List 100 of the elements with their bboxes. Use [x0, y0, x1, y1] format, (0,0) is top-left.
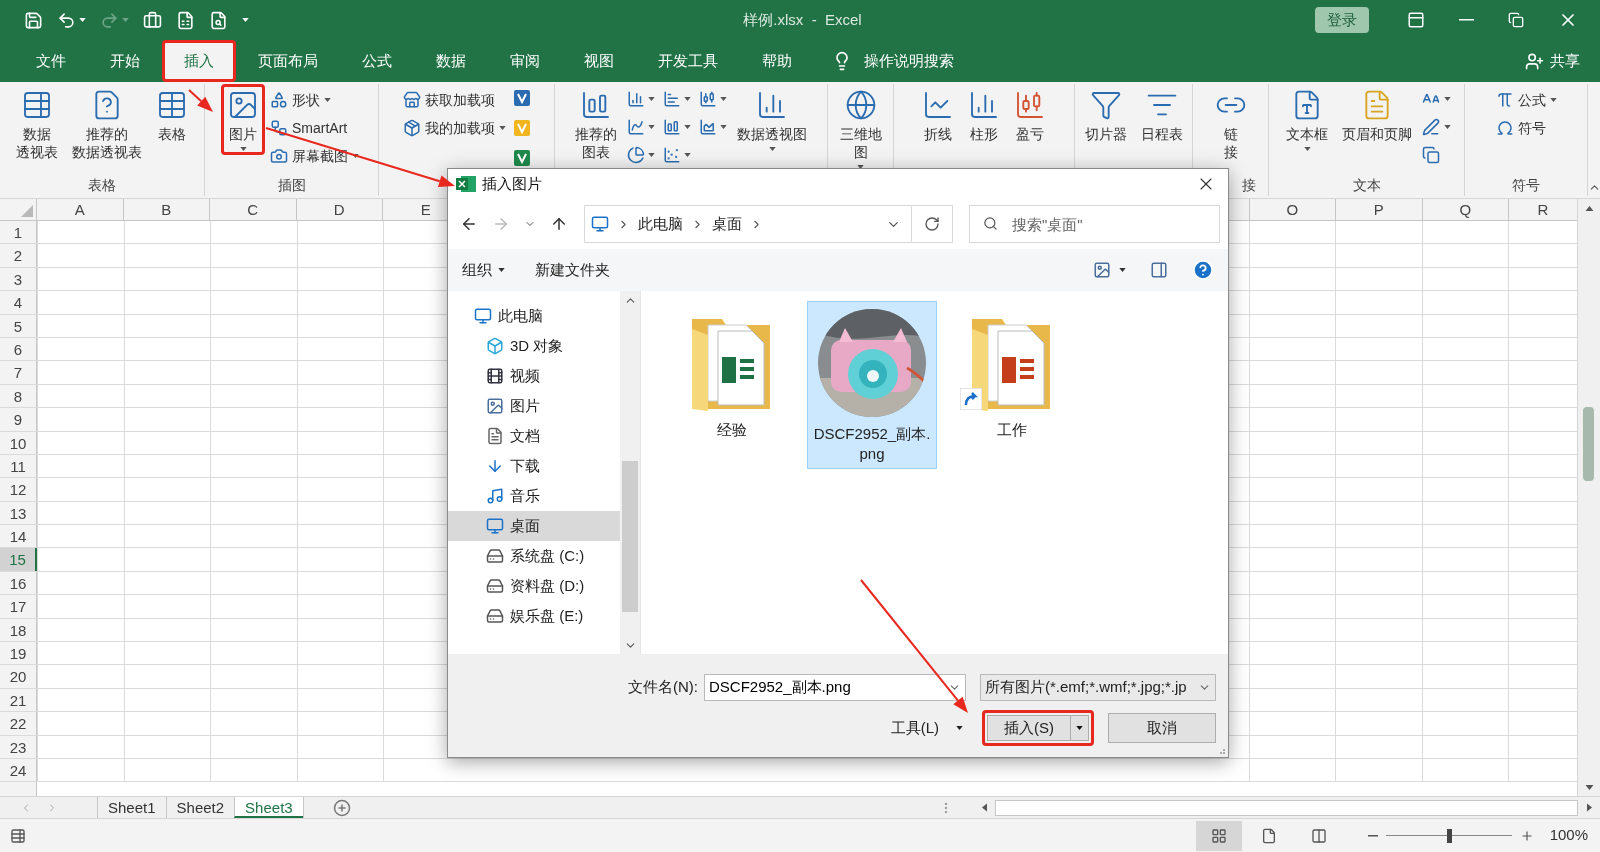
row-header[interactable]: 11 — [0, 454, 37, 478]
group-label: 文本 — [1352, 175, 1381, 195]
zoom-level[interactable]: 100% — [1541, 824, 1588, 847]
row-header[interactable]: 6 — [0, 337, 37, 361]
row-header[interactable]: 8 — [0, 384, 37, 408]
ribbon-button[interactable]: 页眉和页脚 — [1336, 84, 1418, 147]
ribbon-button[interactable]: 获取加载项 — [400, 88, 509, 112]
ribbon-button[interactable]: 数据 透视表 — [10, 84, 64, 165]
column-header[interactable]: B — [123, 199, 210, 220]
field-label: 文件名(N): — [628, 677, 698, 698]
tools-button[interactable]: 工具(L) — [890, 716, 964, 740]
ribbon-tab[interactable]: 文件 — [14, 40, 88, 82]
ribbon-tab[interactable]: 数据 — [414, 40, 488, 82]
row-header[interactable]: 24 — [0, 759, 37, 782]
ribbon-button[interactable]: 推荐的 图表 — [569, 84, 623, 165]
nav-item[interactable]: 桌面 — [448, 511, 620, 541]
address-bar[interactable]: 此电脑 桌面 — [584, 205, 912, 243]
nav-item[interactable]: 系统盘 (C:) — [448, 541, 620, 571]
command-button[interactable]: 组织 — [462, 258, 505, 282]
breadcrumb[interactable]: 桌面 — [712, 212, 742, 236]
row-header[interactable]: 4 — [0, 291, 37, 314]
row-header[interactable]: 23 — [0, 735, 37, 758]
ribbon-tab[interactable]: 页面布局 — [236, 40, 340, 82]
search-field[interactable]: 搜索"桌面" — [969, 205, 1220, 243]
row-header[interactable]: 18 — [0, 618, 37, 642]
row-header[interactable]: 12 — [0, 478, 37, 501]
ribbon-tab[interactable]: 开始 — [88, 40, 162, 82]
nav-item[interactable]: 视频 — [448, 361, 620, 391]
group-label: 接 — [1242, 175, 1256, 195]
group-label: 插图 — [277, 175, 306, 195]
ribbon-button[interactable]: 符号 — [1492, 116, 1560, 140]
dialog-title: 插入图片 — [482, 173, 542, 194]
ribbon-button[interactable]: 我的加载项 — [400, 116, 509, 140]
ribbon-button[interactable]: 折线 — [916, 84, 960, 147]
file-type-select[interactable]: 所有图片(*.emf;*.wmf;*.jpg;*.jp — [980, 674, 1216, 701]
ribbon-tab[interactable]: 审阅 — [488, 40, 562, 82]
nav-item[interactable]: 文档 — [448, 421, 620, 451]
row-header[interactable]: 3 — [0, 267, 37, 291]
ribbon-tab[interactable]: 公式 — [340, 40, 414, 82]
file-item[interactable]: DSCF2952_副本.png — [807, 301, 937, 469]
ribbon-button[interactable]: 盈亏 — [1008, 84, 1052, 147]
row-header[interactable]: 1 — [0, 221, 37, 244]
row-header[interactable]: 22 — [0, 712, 37, 735]
ribbon-button[interactable]: 图片 — [221, 84, 265, 155]
breadcrumb[interactable]: 此电脑 — [638, 212, 683, 236]
nav-item[interactable]: 图片 — [448, 391, 620, 421]
tell-me-search[interactable]: 操作说明搜索 — [814, 40, 954, 82]
nav-item[interactable]: 此电脑 — [448, 301, 620, 331]
file-item[interactable]: 工作 — [947, 301, 1077, 445]
row-header[interactable]: 14 — [0, 525, 37, 548]
ribbon-button[interactable]: 文本框 — [1280, 84, 1334, 155]
ribbon-button[interactable]: 数据透视图 — [731, 84, 813, 155]
file-name-field[interactable]: DSCF2952_副本.png — [704, 674, 966, 701]
insert-button[interactable]: 插入(S) — [987, 715, 1071, 741]
column-header[interactable]: P — [1335, 199, 1422, 220]
window-title: 样例.xlsx - Excel — [743, 9, 862, 30]
ribbon-tab[interactable]: 帮助 — [740, 40, 814, 82]
cancel-button[interactable]: 取消 — [1108, 713, 1216, 743]
ribbon-tab[interactable]: 插入 — [162, 40, 236, 82]
row-header[interactable]: 16 — [0, 571, 37, 595]
sheet-tab[interactable]: Sheet3 — [234, 797, 303, 818]
column-header[interactable]: O — [1248, 199, 1335, 220]
row-header[interactable]: 5 — [0, 314, 37, 337]
row-header[interactable]: 15 — [0, 548, 37, 571]
ribbon-tab[interactable]: 开发工具 — [636, 40, 740, 82]
column-header[interactable]: A — [37, 199, 124, 220]
group-label: 符号 — [1512, 175, 1540, 195]
row-header[interactable]: 2 — [0, 244, 37, 267]
row-header[interactable]: 13 — [0, 501, 37, 525]
ribbon-button[interactable]: 柱形 — [962, 84, 1006, 147]
nav-item[interactable]: 资料盘 (D:) — [448, 571, 620, 601]
nav-item[interactable]: 下载 — [448, 451, 620, 481]
row-header[interactable]: 19 — [0, 642, 37, 665]
ribbon-button[interactable]: 表格 — [150, 84, 194, 147]
sign-in-button[interactable]: 登录 — [1315, 7, 1369, 33]
group-label: 表格 — [88, 175, 116, 195]
ribbon-button[interactable]: 形状 — [267, 88, 362, 112]
nav-item[interactable]: 娱乐盘 (E:) — [448, 601, 620, 631]
column-header[interactable]: D — [296, 199, 383, 220]
row-header[interactable]: 17 — [0, 595, 37, 618]
column-header[interactable]: C — [210, 199, 297, 220]
row-header[interactable]: 20 — [0, 665, 37, 688]
row-header[interactable]: 21 — [0, 688, 37, 712]
command-button[interactable]: 新建文件夹 — [535, 258, 610, 282]
row-header[interactable]: 10 — [0, 431, 37, 454]
ribbon-tab[interactable]: 视图 — [562, 40, 636, 82]
ribbon-button[interactable]: 链 接 — [1208, 84, 1253, 165]
column-header[interactable]: Q — [1421, 199, 1508, 220]
row-header[interactable]: 7 — [0, 361, 37, 384]
ribbon-button[interactable]: SmartArt — [267, 116, 362, 140]
row-header[interactable]: 9 — [0, 408, 37, 431]
nav-item[interactable]: 3D 对象 — [448, 331, 620, 361]
ribbon-button[interactable]: 推荐的 数据透视表 — [66, 84, 148, 165]
nav-item[interactable]: 音乐 — [448, 481, 620, 511]
ribbon-button[interactable]: 三维地 图 — [833, 84, 888, 173]
share-button[interactable]: 共享 — [1525, 40, 1580, 82]
ribbon-button[interactable]: 切片器 — [1078, 84, 1133, 147]
ribbon-button[interactable]: 日程表 — [1134, 84, 1189, 147]
ribbon-button[interactable]: 公式 — [1492, 88, 1560, 112]
file-item[interactable]: 经验 — [667, 301, 797, 445]
